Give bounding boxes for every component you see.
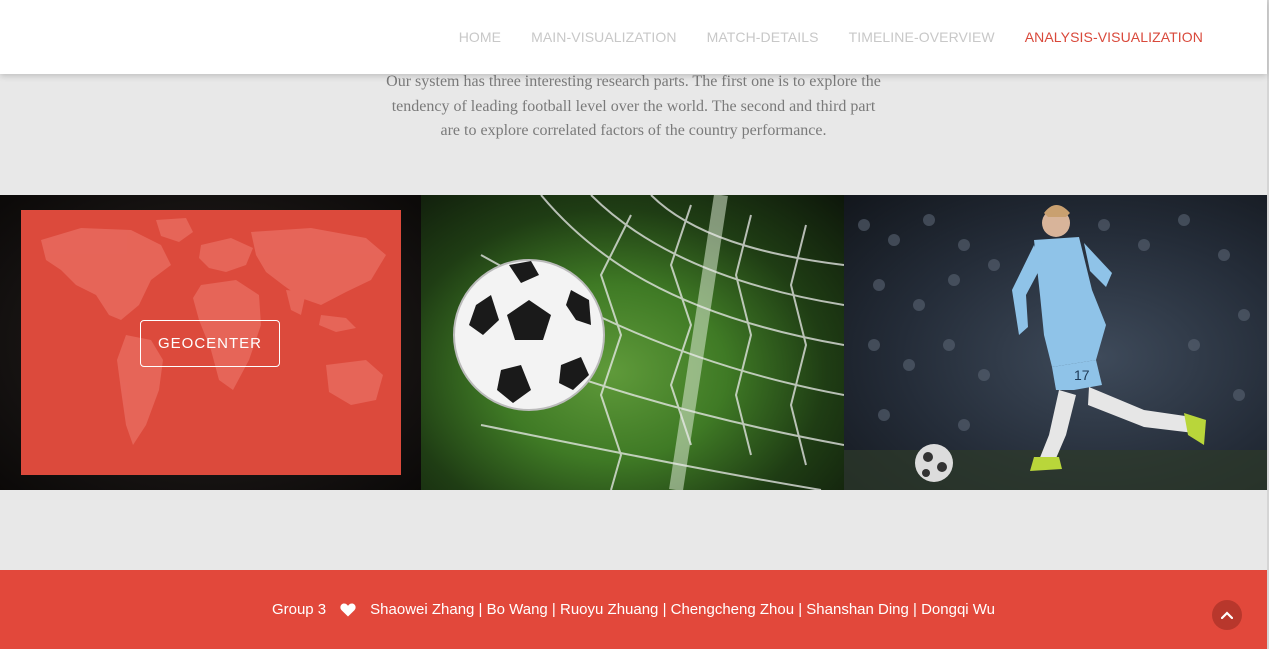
scroll-top-button[interactable] xyxy=(1212,600,1242,630)
world-map-panel[interactable]: GEOCENTER xyxy=(0,195,421,490)
nav-link-match-details[interactable]: MATCH-DETAILS xyxy=(707,29,819,45)
geocenter-button[interactable]: GEOCENTER xyxy=(140,320,280,367)
soccer-net-icon xyxy=(453,195,844,490)
nav-links: HOME MAIN-VISUALIZATION MATCH-DETAILS TI… xyxy=(429,0,1203,74)
soccer-player-icon: 17 xyxy=(844,205,1267,490)
world-map-image: GEOCENTER xyxy=(21,210,401,475)
nav-link-analysis-visualization[interactable]: ANALYSIS-VISUALIZATION xyxy=(1025,29,1203,45)
nav-link-main-visualization[interactable]: MAIN-VISUALIZATION xyxy=(531,29,676,45)
soccer-ball-icon xyxy=(453,259,605,411)
navbar: HOME MAIN-VISUALIZATION MATCH-DETAILS TI… xyxy=(0,0,1267,74)
soccer-player-image[interactable]: 17 xyxy=(844,195,1267,490)
nav-link-timeline-overview[interactable]: TIMELINE-OVERVIEW xyxy=(849,29,995,45)
nav-link-home[interactable]: HOME xyxy=(459,29,501,45)
intro-text: Our system has three interesting researc… xyxy=(386,73,881,139)
soccer-ball-net-image[interactable] xyxy=(421,195,844,490)
heart-icon xyxy=(340,603,356,617)
footer-members: Shaowei Zhang | Bo Wang | Ruoyu Zhuang |… xyxy=(370,601,996,618)
footer: Group 3 Shaowei Zhang | Bo Wang | Ruoyu … xyxy=(0,570,1267,649)
svg-text:17: 17 xyxy=(1074,367,1090,383)
chevron-up-icon xyxy=(1221,611,1233,619)
footer-credits: Group 3 Shaowei Zhang | Bo Wang | Ruoyu … xyxy=(0,570,1267,649)
image-panels: GEOCENTER 17 xyxy=(0,195,1267,490)
soccer-ball-icon xyxy=(915,444,953,482)
footer-group-label: Group 3 xyxy=(271,601,327,618)
